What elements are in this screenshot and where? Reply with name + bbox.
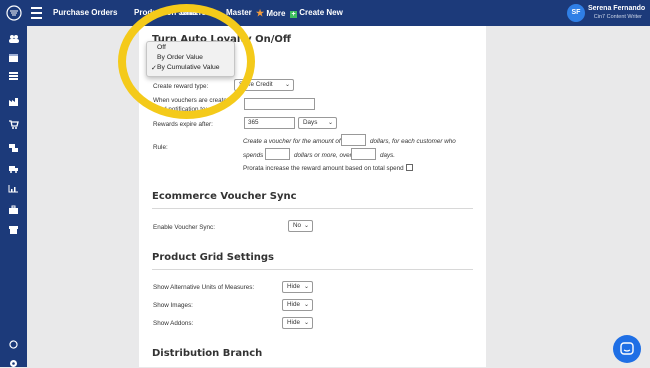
period-days-input[interactable] <box>351 148 376 160</box>
rule-text-amount: Create a voucher for the amount of <box>243 138 341 145</box>
star-icon: ★ <box>256 8 265 18</box>
nav-purchase-orders[interactable]: Purchase Orders <box>53 8 117 17</box>
cart-icon[interactable] <box>8 120 19 129</box>
expire-unit-value: Days <box>303 119 318 126</box>
grid-row-label: Show Addons: <box>153 320 194 327</box>
chevron-down-icon: ⌄ <box>303 302 309 308</box>
sidebar <box>0 26 27 367</box>
user-role: Cin7 Content Writer <box>593 14 642 20</box>
expire-unit-select[interactable]: Days ⌄ <box>298 117 337 129</box>
user-avatar[interactable]: SF <box>567 4 585 22</box>
nav-more-label: More <box>266 9 286 18</box>
rule-label: Rule: <box>153 144 168 151</box>
section-divider <box>152 208 473 209</box>
rule-text-dollars-over: dollars or more, over <box>294 152 352 159</box>
sync-icon[interactable] <box>8 340 19 349</box>
prorata-label: Prorata increase the reward amount based… <box>243 165 404 172</box>
hamburger-menu-icon[interactable] <box>31 7 42 19</box>
show-images-select[interactable]: Hide ⌄ <box>282 299 313 311</box>
expire-label: Rewards expire after: <box>153 121 213 128</box>
nav-create-new[interactable]: + Create New <box>290 8 343 18</box>
section-divider <box>152 269 473 270</box>
voucher-sync-value: No <box>293 222 302 229</box>
rule-text-days: days. <box>380 152 396 159</box>
user-name[interactable]: Serena Fernando <box>588 5 645 12</box>
chevron-down-icon: ⌄ <box>303 223 309 229</box>
voucher-sync-select[interactable]: No ⌄ <box>288 220 313 232</box>
users-icon[interactable] <box>8 34 19 43</box>
voucher-sync-label: Enable Voucher Sync: <box>153 224 215 231</box>
top-navigation-bar: Purchase Orders Production Jobs Orders M… <box>0 0 650 26</box>
grid-row-label: Show Images: <box>153 302 193 309</box>
chevron-down-icon: ⌄ <box>303 284 309 290</box>
chevron-down-icon: ⌄ <box>303 320 309 326</box>
voucher-amount-input[interactable] <box>341 134 366 146</box>
archive-icon[interactable] <box>8 225 19 234</box>
nav-create-new-label: Create New <box>299 8 343 17</box>
plus-square-icon: + <box>290 11 297 18</box>
show-images-value: Hide <box>287 301 300 308</box>
prorata-checkbox[interactable] <box>406 164 413 171</box>
show-addons-value: Hide <box>287 319 300 326</box>
chevron-down-icon: ⌄ <box>284 82 290 88</box>
chevron-down-icon: ⌄ <box>327 120 333 126</box>
grid-row-label: Show Alternative Units of Measures: <box>153 284 255 291</box>
factory-icon[interactable] <box>8 97 19 106</box>
stack-icon[interactable] <box>8 143 19 152</box>
expire-days-input[interactable]: 365 <box>244 117 295 129</box>
chart-icon[interactable] <box>8 184 19 193</box>
rule-text-each-customer: dollars, for each customer who <box>370 138 456 145</box>
nav-master[interactable]: Master <box>226 8 252 17</box>
nav-more[interactable]: ★ More <box>256 8 285 19</box>
product-grid-section-title: Product Grid Settings <box>152 252 275 263</box>
rule-text-spends: spends <box>243 152 264 159</box>
chat-bubble-icon <box>620 342 634 355</box>
truck-icon[interactable] <box>8 164 19 173</box>
spend-amount-input[interactable] <box>265 148 290 160</box>
box-icon[interactable] <box>8 53 19 62</box>
distribution-branch-title: Distribution Branch <box>152 348 263 359</box>
cin7-logo-icon[interactable] <box>6 5 22 21</box>
alt-units-select[interactable]: Hide ⌄ <box>282 281 313 293</box>
alt-units-value: Hide <box>287 283 300 290</box>
notification-recipient-input[interactable] <box>244 98 315 110</box>
chat-button[interactable] <box>613 335 641 363</box>
briefcase-icon[interactable] <box>8 205 19 214</box>
layers-icon[interactable] <box>8 71 19 80</box>
highlight-circle <box>118 4 255 119</box>
show-addons-select[interactable]: Hide ⌄ <box>282 317 313 329</box>
ecommerce-section-title: Ecommerce Voucher Sync <box>152 191 297 202</box>
